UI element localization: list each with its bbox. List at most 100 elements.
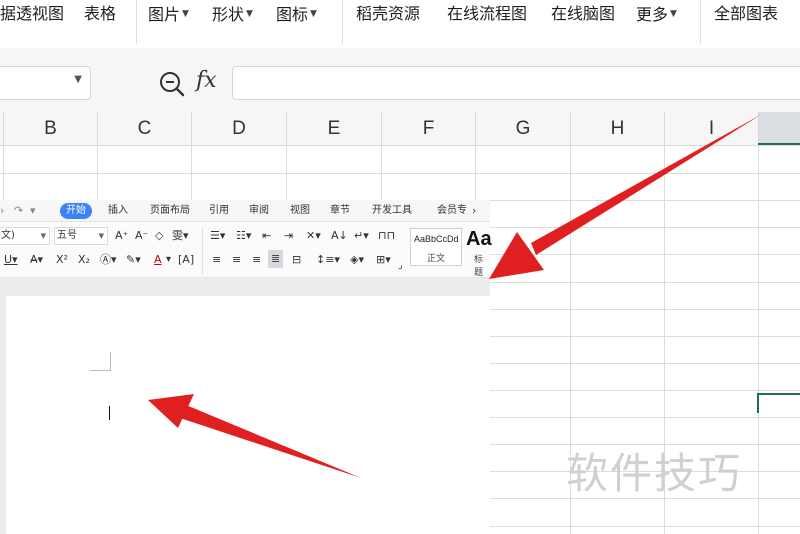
text-effect-icon[interactable]: Ⓐ▾ xyxy=(100,252,117,268)
ribbon-docer-resources[interactable]: 稻壳资源 xyxy=(356,2,420,26)
chevron-down-icon: ▼ xyxy=(98,232,104,240)
tab-chapter[interactable]: 章节 xyxy=(330,203,350,219)
style-heading-label[interactable]: 标题 xyxy=(474,252,490,278)
text-cursor xyxy=(109,406,110,420)
chinese-layout-icon[interactable]: ✕▾ xyxy=(306,228,321,244)
document-page[interactable] xyxy=(6,296,490,534)
formula-input[interactable] xyxy=(232,66,800,100)
font-color-icon[interactable]: A xyxy=(154,252,162,268)
subscript-icon[interactable]: X₂ xyxy=(78,252,90,268)
ribbon-more[interactable]: 更多 ▼ xyxy=(636,2,677,26)
ribbon-online-mindmap[interactable]: 在线脑图 xyxy=(551,2,615,26)
cell-selection-border xyxy=(758,143,800,145)
paragraph-settings-icon[interactable]: ⌟ xyxy=(398,258,403,274)
redo-icon[interactable]: ↷ xyxy=(14,203,23,219)
chevron-down-icon: ▼ xyxy=(182,9,189,19)
column-header-e[interactable]: E xyxy=(287,112,382,146)
column-header-i[interactable]: I xyxy=(665,112,759,146)
column-header-b[interactable]: B xyxy=(4,112,98,146)
ribbon-table[interactable]: 表格 xyxy=(84,2,116,26)
margin-corner-mark xyxy=(90,370,110,371)
writer-toolbar: 文) ▼ 五号 ▼ A⁺ A⁻ ◇ 雯▾ U▾ A̶▾ X² X₂ Ⓐ▾ ✎▾ A … xyxy=(0,222,492,278)
redo-more-icon[interactable]: ▾ xyxy=(30,203,36,219)
ribbon-divider xyxy=(342,0,343,44)
zoom-icon[interactable] xyxy=(158,70,186,98)
font-name-select[interactable]: 文) ▼ xyxy=(0,227,50,245)
tab-page-layout[interactable]: 页面布局 xyxy=(150,203,190,219)
name-box[interactable]: ▼ xyxy=(0,66,91,100)
formula-bar: ▼ fx xyxy=(0,48,800,112)
align-justify-icon[interactable]: ≣ xyxy=(268,250,284,268)
line-spacing-icon[interactable]: ↕≡▾ xyxy=(316,252,340,268)
tab-member[interactable]: 会员专 xyxy=(437,203,467,219)
column-header-h[interactable]: H xyxy=(571,112,665,146)
ribbon-icon[interactable]: 图标 ▼ xyxy=(276,2,317,26)
column-header-row: B C D E F G H I xyxy=(0,112,800,146)
chevron-down-icon: ▼ xyxy=(670,9,677,19)
ribbon-pivot-chart[interactable]: 据透视图 xyxy=(0,2,64,26)
numbered-list-icon[interactable]: ☷▾ xyxy=(236,228,251,244)
superscript-icon[interactable]: X² xyxy=(56,252,68,268)
ribbon-table-label: 表格 xyxy=(84,4,117,23)
align-right-icon[interactable]: ≡ xyxy=(252,252,261,268)
highlight-icon[interactable]: ✎▾ xyxy=(126,252,141,268)
align-center-icon[interactable]: ≡ xyxy=(232,252,241,268)
ribbon-shape-label: 形状 xyxy=(212,5,245,24)
grid-line xyxy=(0,173,800,174)
strikethrough-icon[interactable]: A̶▾ xyxy=(30,252,43,268)
embedded-document-object[interactable]: › ↷ ▾ 开始 插入 页面布局 引用 审阅 视图 章节 开发工具 会员专 › … xyxy=(0,200,492,534)
ribbon-shape[interactable]: 形状 ▼ xyxy=(212,2,253,26)
tab-references[interactable]: 引用 xyxy=(209,203,229,219)
ribbon-online-flowchart[interactable]: 在线流程图 xyxy=(447,2,527,26)
sort-icon[interactable]: A↓ xyxy=(331,228,348,244)
fx-button[interactable]: fx xyxy=(196,68,217,93)
chevron-down-icon[interactable]: ▼ xyxy=(74,74,82,85)
grid-line xyxy=(758,146,759,534)
borders-icon[interactable]: ⊞▾ xyxy=(376,252,391,268)
style-normal-label: 正文 xyxy=(427,254,446,264)
chevron-down-icon: ▼ xyxy=(310,9,317,19)
ribbon-pivot-chart-label: 据透视图 xyxy=(0,4,65,23)
style-heading-sample[interactable]: Aa xyxy=(466,228,492,251)
increase-indent-icon[interactable]: ⇥ xyxy=(284,228,293,244)
ribbon-icon-label: 图标 xyxy=(276,5,309,24)
chevron-down-icon[interactable]: ▾ xyxy=(166,252,171,268)
underline-icon[interactable]: U▾ xyxy=(4,252,18,268)
increase-font-icon[interactable]: A⁺ xyxy=(115,228,128,244)
ribbon-picture[interactable]: 图片 ▼ xyxy=(148,2,189,26)
align-left-icon[interactable]: ≡ xyxy=(212,252,221,268)
character-border-icon[interactable]: [A] xyxy=(178,252,194,268)
ribbon-all-charts-label: 全部图表 xyxy=(714,4,779,23)
tab-review[interactable]: 审阅 xyxy=(249,203,269,219)
show-marks-icon[interactable]: ↵▾ xyxy=(354,228,369,244)
document-canvas xyxy=(0,278,490,534)
redo-dropdown-icon[interactable]: › xyxy=(0,203,4,219)
tab-home[interactable]: 开始 xyxy=(60,203,92,219)
phonetic-guide-icon[interactable]: 雯▾ xyxy=(172,228,189,244)
distributed-align-icon[interactable]: ⊟ xyxy=(292,252,301,268)
shading-icon[interactable]: ◈▾ xyxy=(350,252,364,268)
font-size-value: 五号 xyxy=(57,230,77,241)
tab-stops-icon[interactable]: ⊓⊓ xyxy=(378,228,395,244)
chevron-right-icon[interactable]: › xyxy=(472,203,476,219)
style-normal-sample: AaBbCcDd xyxy=(414,234,459,244)
font-size-select[interactable]: 五号 ▼ xyxy=(54,227,108,245)
style-normal-card[interactable]: AaBbCcDd 正文 xyxy=(410,228,462,266)
ribbon-divider xyxy=(700,0,701,44)
decrease-indent-icon[interactable]: ⇤ xyxy=(262,228,271,244)
column-header-f[interactable]: F xyxy=(382,112,476,146)
column-header-g[interactable]: G xyxy=(476,112,571,146)
tab-view[interactable]: 视图 xyxy=(290,203,310,219)
column-header-j-selected[interactable] xyxy=(759,112,800,146)
tab-insert[interactable]: 插入 xyxy=(108,203,128,219)
ribbon-picture-label: 图片 xyxy=(148,5,181,24)
ribbon-all-charts[interactable]: 全部图表 xyxy=(714,2,778,26)
column-header-c[interactable]: C xyxy=(98,112,192,146)
tab-developer[interactable]: 开发工具 xyxy=(372,203,412,219)
ribbon-more-label: 更多 xyxy=(636,5,669,24)
bullet-list-icon[interactable]: ☰▾ xyxy=(210,228,225,244)
column-header-d[interactable]: D xyxy=(192,112,287,146)
clear-format-icon[interactable]: ◇ xyxy=(155,228,163,244)
decrease-font-icon[interactable]: A⁻ xyxy=(135,228,148,244)
chevron-down-icon: ▼ xyxy=(40,232,46,240)
